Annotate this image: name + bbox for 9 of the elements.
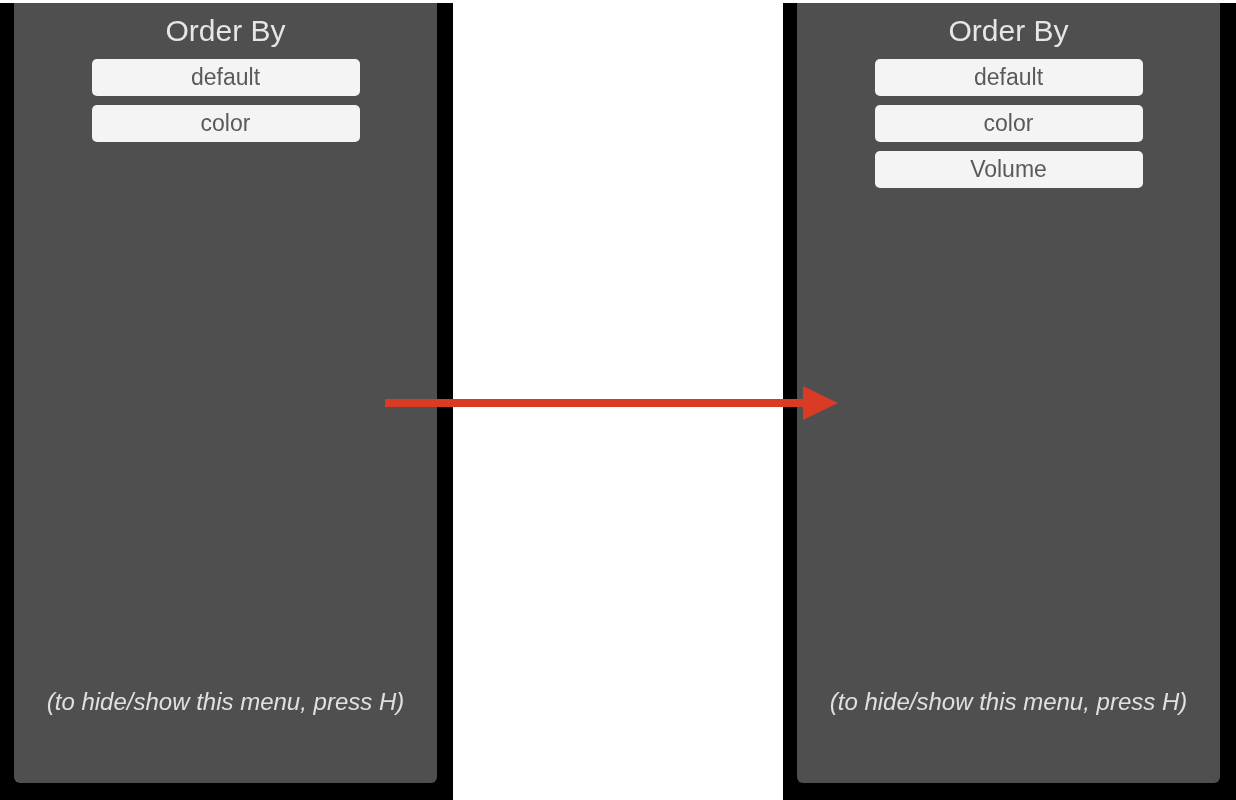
- order-button[interactable]: color: [91, 105, 360, 142]
- order-button[interactable]: default: [91, 59, 360, 96]
- menu-title: Order By: [165, 15, 286, 47]
- hint-text: (to hide/show this menu, press H): [829, 689, 1188, 715]
- order-button[interactable]: color: [874, 105, 1143, 142]
- order-button[interactable]: default: [874, 59, 1143, 96]
- menu-title: Order By: [948, 15, 1069, 47]
- hint-text: (to hide/show this menu, press H): [46, 689, 405, 715]
- order-button[interactable]: Volume: [874, 151, 1143, 188]
